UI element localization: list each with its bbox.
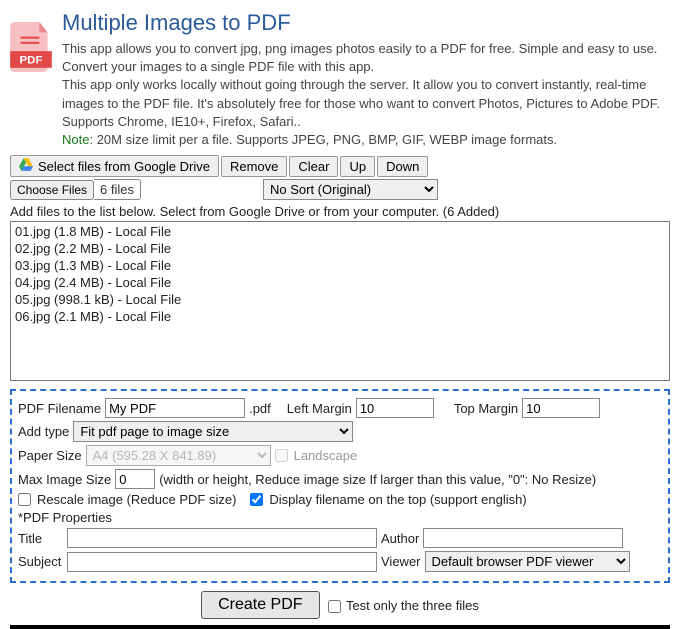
sort-select[interactable]: No Sort (Original) xyxy=(263,179,438,200)
left-margin-input[interactable] xyxy=(356,398,434,418)
description-1: This app allows you to convert jpg, png … xyxy=(62,41,657,74)
maximg-input[interactable] xyxy=(115,469,155,489)
instruction-text: Add files to the list below. Select from… xyxy=(10,204,670,219)
list-item[interactable]: 02.jpg (2.2 MB) - Local File xyxy=(15,241,665,258)
gdrive-icon xyxy=(19,158,33,174)
select-google-drive-button[interactable]: Select files from Google Drive xyxy=(10,155,219,177)
landscape-label: Landscape xyxy=(294,448,358,463)
options-panel: PDF Filename .pdf Left Margin Top Margin… xyxy=(10,389,670,583)
addtype-select[interactable]: Fit pdf page to image size xyxy=(73,421,353,442)
author-label: Author xyxy=(381,531,419,546)
file-count: 6 files xyxy=(94,179,141,200)
list-item[interactable]: 04.jpg (2.4 MB) - Local File xyxy=(15,275,665,292)
viewer-select[interactable]: Default browser PDF viewer xyxy=(425,551,630,572)
clear-button[interactable]: Clear xyxy=(289,156,338,177)
left-margin-label: Left Margin xyxy=(287,401,352,416)
svg-text:PDF: PDF xyxy=(20,55,43,67)
landscape-checkbox xyxy=(275,449,288,462)
pdf-icon: PDF xyxy=(10,22,52,149)
file-list[interactable]: 01.jpg (1.8 MB) - Local File 02.jpg (2.2… xyxy=(10,221,670,381)
list-item[interactable]: 06.jpg (2.1 MB) - Local File xyxy=(15,309,665,326)
filename-ext: .pdf xyxy=(249,401,271,416)
list-item[interactable]: 05.jpg (998.1 kB) - Local File xyxy=(15,292,665,309)
papersize-select: A4 (595.28 X 841.89) xyxy=(86,445,271,466)
note-text: 20M size limit per a file. Supports JPEG… xyxy=(93,132,557,147)
create-pdf-button[interactable]: Create PDF xyxy=(201,591,319,619)
filename-label: PDF Filename xyxy=(18,401,101,416)
gdrive-label: Select files from Google Drive xyxy=(38,159,210,174)
title-input[interactable] xyxy=(67,528,377,548)
papersize-label: Paper Size xyxy=(18,448,82,463)
rescale-label: Rescale image (Reduce PDF size) xyxy=(37,492,236,507)
displayfn-label: Display filename on the top (support eng… xyxy=(269,492,526,507)
remove-button[interactable]: Remove xyxy=(221,156,287,177)
note-label: Note: xyxy=(62,132,93,147)
rescale-checkbox[interactable] xyxy=(18,493,31,506)
description-2: This app only works locally without goin… xyxy=(62,77,660,128)
maximg-label: Max Image Size xyxy=(18,472,111,487)
subject-input[interactable] xyxy=(67,552,377,572)
top-margin-input[interactable] xyxy=(522,398,600,418)
props-label: *PDF Properties xyxy=(18,510,112,525)
maximg-hint: (width or height, Reduce image size If l… xyxy=(159,472,596,487)
list-item[interactable]: 03.jpg (1.3 MB) - Local File xyxy=(15,258,665,275)
choose-files-button[interactable]: Choose Files xyxy=(10,180,94,200)
bottom-border xyxy=(10,625,670,629)
viewer-label: Viewer xyxy=(381,554,421,569)
test-checkbox[interactable] xyxy=(328,600,341,613)
test-label: Test only the three files xyxy=(346,598,479,613)
displayfn-checkbox[interactable] xyxy=(250,493,263,506)
subject-label: Subject xyxy=(18,554,63,569)
up-button[interactable]: Up xyxy=(340,156,375,177)
top-margin-label: Top Margin xyxy=(454,401,518,416)
author-input[interactable] xyxy=(423,528,623,548)
addtype-label: Add type xyxy=(18,424,69,439)
page-title: Multiple Images to PDF xyxy=(62,10,670,36)
title-label: Title xyxy=(18,531,63,546)
down-button[interactable]: Down xyxy=(377,156,428,177)
list-item[interactable]: 01.jpg (1.8 MB) - Local File xyxy=(15,224,665,241)
filename-input[interactable] xyxy=(105,398,245,418)
